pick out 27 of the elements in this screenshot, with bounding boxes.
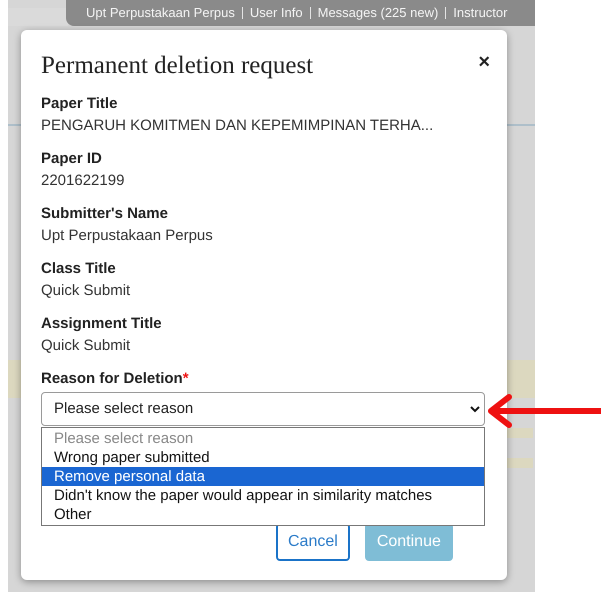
field-value: 2201622199: [41, 171, 126, 191]
chevron-down-icon: [470, 406, 480, 412]
nav-link[interactable]: Messages (225 new): [318, 3, 438, 23]
field-label: Class Title: [41, 259, 117, 279]
highlight-bar: [505, 428, 533, 438]
field-value: Quick Submit: [41, 281, 132, 301]
highlight-bar: [505, 458, 533, 468]
nav-link[interactable]: Upt Perpustakaan Perpus: [86, 3, 235, 23]
dropdown-option[interactable]: Wrong paper submitted: [42, 448, 484, 467]
nav-link[interactable]: User Info: [250, 3, 303, 23]
close-button[interactable]: ×: [478, 52, 490, 72]
dropdown-option[interactable]: Didn't know the paper would appear in similarity matches: [42, 486, 484, 505]
field-label: Paper Title: [41, 94, 118, 114]
dropdown-option[interactable]: Remove personal data: [42, 467, 484, 486]
field-value: PENGARUH KOMITMEN DAN KEPEMIMPINAN TERHA...: [41, 116, 434, 136]
cancel-button[interactable]: Cancel: [276, 523, 350, 561]
field-label: Assignment Title: [41, 314, 163, 334]
dropdown-option: Please select reason: [42, 429, 484, 448]
field-label: Submitter's Name: [41, 204, 169, 224]
dropdown-option[interactable]: Other: [42, 505, 484, 524]
reason-select[interactable]: Please select reason: [41, 392, 485, 426]
field-label: Paper ID: [41, 149, 103, 169]
field-value: Quick Submit: [41, 336, 132, 356]
nav-link[interactable]: Instructor: [453, 3, 508, 23]
field-label: Reason for Deletion*: [41, 369, 190, 389]
dialog-title: Permanent deletion request: [41, 51, 314, 81]
field-value: Upt Perpustakaan Perpus: [41, 226, 214, 246]
